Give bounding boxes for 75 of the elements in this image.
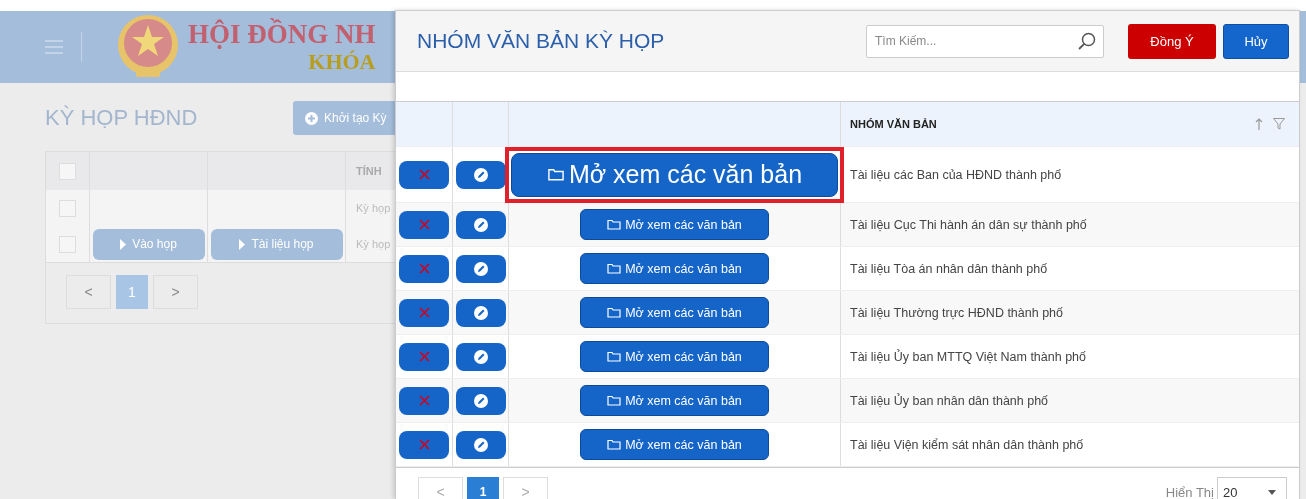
delete-button[interactable] bbox=[399, 254, 449, 283]
edit-button[interactable] bbox=[455, 210, 506, 239]
edit-button[interactable] bbox=[455, 160, 506, 189]
table-cell: Tài liệu Ủy ban MTTQ Việt Nam thành phố bbox=[850, 349, 1086, 364]
open-documents-button[interactable]: Mở xem các văn bản bbox=[511, 152, 838, 197]
delete-button[interactable] bbox=[399, 210, 449, 239]
column-header: NHÓM VĂN BẢN bbox=[850, 118, 938, 130]
open-documents-button[interactable]: Mở xem các văn bản bbox=[580, 209, 769, 240]
search-icon[interactable] bbox=[1078, 31, 1096, 50]
delete-button[interactable] bbox=[399, 430, 449, 459]
folder-icon bbox=[607, 307, 622, 318]
cross-icon bbox=[418, 307, 430, 318]
edit-button[interactable] bbox=[455, 254, 506, 283]
table-cell: Kỳ họp bbox=[356, 238, 391, 250]
sort-arrow-icon[interactable] bbox=[1255, 118, 1263, 130]
page-size-label: Hiển Thị bbox=[1165, 484, 1214, 499]
header-subtitle: KHÓA bbox=[308, 49, 376, 75]
prev-page-button[interactable]: < bbox=[66, 275, 111, 309]
checkbox[interactable] bbox=[59, 199, 76, 217]
open-documents-button[interactable]: Mở xem các văn bản bbox=[580, 341, 769, 372]
column-header: TÍNH bbox=[356, 165, 382, 177]
edit-button[interactable] bbox=[455, 430, 506, 459]
folder-icon bbox=[607, 263, 622, 274]
table-cell: Tài liệu các Ban của HĐND thành phố bbox=[850, 167, 1062, 182]
open-documents-button[interactable]: Mở xem các văn bản bbox=[580, 297, 769, 328]
folder-icon bbox=[607, 351, 622, 362]
pencil-icon bbox=[473, 393, 488, 408]
checkbox[interactable] bbox=[59, 235, 76, 253]
cross-icon bbox=[418, 263, 430, 274]
delete-button[interactable] bbox=[399, 386, 449, 415]
play-icon bbox=[239, 238, 246, 250]
plus-icon bbox=[305, 111, 318, 125]
open-documents-button[interactable]: Mở xem các văn bản bbox=[580, 385, 769, 416]
dialog-title: NHÓM VĂN BẢN KỲ HỌP bbox=[417, 29, 666, 53]
edit-button[interactable] bbox=[455, 386, 506, 415]
pencil-icon bbox=[473, 305, 488, 320]
header-title: HỘI ĐỒNG NH bbox=[188, 19, 376, 49]
page-size-dropdown[interactable]: 20 bbox=[1217, 477, 1287, 499]
pencil-icon bbox=[473, 261, 488, 276]
table-cell: Kỳ họp bbox=[356, 202, 391, 214]
page-title: KỲ HỌP HĐND bbox=[45, 105, 199, 131]
cross-icon bbox=[418, 219, 430, 230]
cross-icon bbox=[418, 439, 430, 450]
delete-button[interactable] bbox=[399, 342, 449, 371]
folder-icon bbox=[607, 219, 622, 230]
cross-icon bbox=[418, 169, 430, 180]
table-cell: Tài liệu Thường trực HĐND thành phố bbox=[850, 305, 1063, 320]
pencil-icon bbox=[473, 349, 488, 364]
pencil-icon bbox=[473, 217, 488, 232]
filter-icon[interactable] bbox=[1273, 118, 1285, 130]
folder-icon bbox=[546, 168, 565, 181]
checkbox[interactable] bbox=[59, 162, 76, 180]
search-field[interactable]: Tìm Kiếm... bbox=[866, 24, 1104, 58]
cancel-button[interactable]: Hủy bbox=[1223, 23, 1289, 59]
delete-button[interactable] bbox=[399, 160, 449, 189]
open-documents-button[interactable]: Mở xem các văn bản bbox=[580, 253, 769, 284]
pencil-icon bbox=[473, 437, 488, 452]
cross-icon bbox=[418, 351, 430, 362]
open-documents-button[interactable]: Mở xem các văn bản bbox=[580, 429, 769, 460]
table-cell: Tài liệu Viện kiểm sát nhân dân thành phố bbox=[850, 437, 1084, 452]
table-cell: Tài liệu Ủy ban nhân dân thành phố bbox=[850, 393, 1049, 408]
page-button[interactable]: 1 bbox=[467, 477, 499, 499]
play-icon bbox=[120, 238, 127, 250]
next-page-button[interactable]: > bbox=[153, 275, 198, 309]
folder-icon bbox=[607, 439, 622, 450]
table-cell: Tài liệu Tòa án nhân dân thành phố bbox=[850, 261, 1048, 276]
caret-icon bbox=[1268, 489, 1276, 495]
cross-icon bbox=[418, 395, 430, 406]
table-cell: Tài liệu Cục Thi hành án dân sự thành phố bbox=[850, 217, 1087, 232]
edit-button[interactable] bbox=[455, 342, 506, 371]
edit-button[interactable] bbox=[455, 298, 506, 327]
confirm-button[interactable]: Đồng Ý bbox=[1128, 23, 1216, 59]
delete-button[interactable] bbox=[399, 298, 449, 327]
pencil-icon bbox=[473, 167, 488, 182]
folder-icon bbox=[607, 395, 622, 406]
